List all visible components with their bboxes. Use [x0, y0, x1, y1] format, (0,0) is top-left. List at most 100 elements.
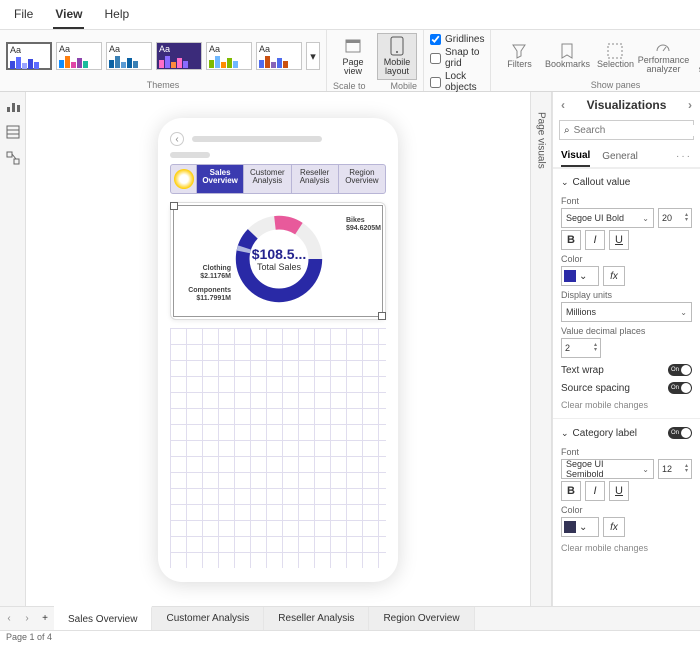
section-callout-header[interactable]: ⌄Callout value [561, 173, 692, 192]
donut-value: $108.5... [252, 246, 307, 262]
italic-button-2[interactable]: I [585, 481, 605, 501]
vis-title: Visualizations [587, 98, 667, 112]
theme-thumb-4[interactable]: Aa [156, 42, 202, 70]
phone-tab-customer[interactable]: Customer Analysis [244, 165, 291, 193]
phone-tab-reseller[interactable]: Reseller Analysis [292, 165, 339, 193]
phone-tab-logo[interactable] [171, 165, 197, 193]
ribbon: Aa Aa Aa Aa Aa Aa ▾ Themes Page view Mob… [0, 30, 700, 92]
page-tab-customer[interactable]: Customer Analysis [152, 607, 264, 630]
phone-tab-region[interactable]: Region Overview [339, 165, 385, 193]
underline-button[interactable]: U [609, 230, 629, 250]
page-view-icon [343, 36, 363, 56]
display-units-select[interactable]: Millions⌄ [561, 302, 692, 322]
callout-color-picker[interactable]: ⌄ [561, 266, 599, 286]
bold-button-2[interactable]: B [561, 481, 581, 501]
theme-thumb-2[interactable]: Aa [56, 42, 102, 70]
italic-button[interactable]: I [585, 230, 605, 250]
filters-pane-button[interactable]: Filters [497, 41, 541, 70]
format-tab-visual[interactable]: Visual [561, 146, 590, 167]
decimals-input[interactable]: 2▴▾ [561, 338, 601, 358]
menu-tabs: File View Help [0, 0, 700, 30]
perf-pane-button[interactable]: Performance analyzer [641, 37, 685, 76]
label-font: Font [561, 196, 692, 206]
canvas[interactable]: ‹ Sales Overview Customer Analysis Resel… [26, 92, 530, 634]
pane-collapse-right[interactable]: › [688, 98, 692, 112]
gauge-icon [654, 38, 672, 56]
sync-pane-button[interactable]: Sync slicers [689, 37, 700, 76]
data-view-icon[interactable] [5, 124, 21, 140]
title-placeholder [192, 136, 322, 142]
donut-label: Total Sales [257, 262, 301, 272]
page-view-button[interactable]: Page view [333, 33, 373, 80]
chevron-down-icon: ⌄ [579, 522, 587, 533]
menu-tab-help[interactable]: Help [102, 4, 131, 29]
selection-icon [606, 42, 624, 60]
ann-bikes: Bikes$94.6205M [346, 217, 381, 232]
donut-visual[interactable]: $108.5... Total Sales Bikes$94.6205M Clo… [170, 202, 386, 320]
model-view-icon[interactable] [5, 150, 21, 166]
page-visuals-strip[interactable]: Page visuals [530, 92, 552, 634]
phone-tab-sales[interactable]: Sales Overview [197, 165, 244, 193]
label-textwrap: Text wrap [561, 365, 604, 376]
theme-thumb-1[interactable]: Aa [6, 42, 52, 70]
search-input[interactable] [574, 125, 700, 136]
clear-mobile-link-1[interactable]: Clear mobile changes [561, 400, 692, 410]
menu-tab-view[interactable]: View [53, 4, 84, 29]
theme-thumb-5[interactable]: Aa [206, 42, 252, 70]
back-arrow-icon[interactable]: ‹ [170, 132, 184, 146]
chevron-down-icon: ⌄ [579, 271, 587, 282]
status-bar: Page 1 of 4 [0, 630, 700, 646]
color-swatch-2 [564, 521, 576, 533]
caret-down-icon: ⌄ [561, 177, 569, 188]
underline-button-2[interactable]: U [609, 481, 629, 501]
category-color-picker[interactable]: ⌄ [561, 517, 599, 537]
callout-font-select[interactable]: Segoe UI Bold⌄ [561, 208, 654, 228]
snap-checkbox[interactable]: Snap to grid [430, 46, 484, 70]
category-toggle[interactable]: On [668, 427, 692, 439]
color-swatch [564, 270, 576, 282]
selection-pane-button[interactable]: Selection [593, 41, 637, 70]
gridlines-checkbox[interactable]: Gridlines [430, 33, 484, 46]
view-mode-rail [0, 92, 26, 634]
themes-dropdown[interactable]: ▾ [306, 42, 320, 70]
mobile-layout-icon [387, 36, 407, 56]
add-page-button[interactable]: + [36, 607, 54, 630]
bold-button[interactable]: B [561, 230, 581, 250]
page-tab-reseller[interactable]: Reseller Analysis [264, 607, 369, 630]
label-color: Color [561, 254, 692, 264]
more-options-icon[interactable]: ··· [676, 151, 692, 162]
report-view-icon[interactable] [5, 98, 21, 114]
chevron-down-icon: ⌄ [642, 214, 649, 223]
fx-button[interactable]: fx [603, 266, 625, 286]
clear-mobile-link-2[interactable]: Clear mobile changes [561, 543, 692, 553]
search-box[interactable]: ⌕ [559, 120, 694, 140]
prev-page-button[interactable]: ‹ [0, 607, 18, 630]
category-fontsize-input[interactable]: 12▴▾ [658, 459, 692, 479]
lock-checkbox[interactable]: Lock objects [430, 70, 484, 94]
format-tab-general[interactable]: General [602, 147, 638, 166]
label-color-2: Color [561, 505, 692, 515]
category-font-select[interactable]: Segoe UI Semibold⌄ [561, 459, 654, 479]
pane-collapse-left[interactable]: ‹ [561, 98, 565, 112]
mobile-layout-button[interactable]: Mobile layout [377, 33, 417, 80]
mobile-grid-area[interactable] [170, 328, 386, 568]
caret-down-icon: ⌄ [561, 428, 569, 439]
chevron-down-icon: ▾ [310, 50, 316, 63]
section-category-header[interactable]: ⌄Category labelOn [561, 423, 692, 443]
theme-thumb-3[interactable]: Aa [106, 42, 152, 70]
bookmarks-pane-button[interactable]: Bookmarks [545, 41, 589, 70]
page-tab-sales[interactable]: Sales Overview [54, 606, 152, 630]
callout-fontsize-input[interactable]: 20▴▾ [658, 208, 692, 228]
theme-thumb-6[interactable]: Aa [256, 42, 302, 70]
chevron-down-icon: ⌄ [680, 308, 687, 317]
chevron-down-icon: ⌄ [642, 465, 649, 474]
next-page-button[interactable]: › [18, 607, 36, 630]
spacing-toggle[interactable]: On [668, 382, 692, 394]
textwrap-toggle[interactable]: On [668, 364, 692, 376]
panes-group-label: Show panes [591, 79, 641, 91]
page-tab-region[interactable]: Region Overview [369, 607, 474, 630]
mobile-preview-frame: ‹ Sales Overview Customer Analysis Resel… [158, 118, 398, 582]
subtitle-placeholder [170, 152, 210, 158]
fx-button-2[interactable]: fx [603, 517, 625, 537]
menu-tab-file[interactable]: File [12, 4, 35, 29]
